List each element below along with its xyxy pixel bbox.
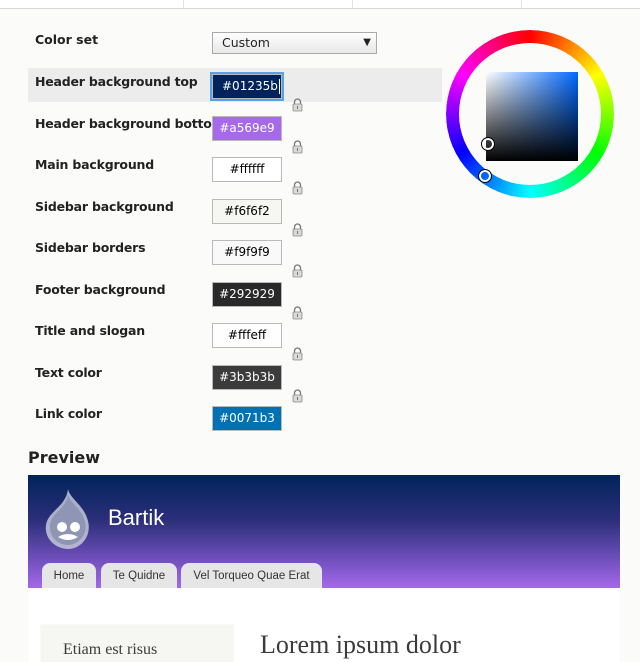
preview-body: Etiam est risus Lorem ipsum dolor [28, 588, 620, 662]
color-field-value: #0071b3 [219, 411, 275, 425]
color-field-input[interactable]: #ffffff [212, 157, 282, 182]
color-field-label: Text color [35, 364, 102, 380]
color-field-row: Header background top #01235b [28, 68, 442, 112]
color-field-input[interactable]: #f6f6f2 [212, 198, 282, 224]
preview-sidebar: Etiam est risus [40, 624, 234, 662]
preview-tab-vel-torqueo[interactable]: Vel Torqueo Quae Erat [181, 563, 322, 588]
color-field-row: Text color #3b3b3b [28, 359, 442, 402]
dropdown-arrow-icon: ▼ [363, 37, 371, 48]
color-field-value: #f9f9f9 [224, 245, 270, 259]
color-set-value: Custom [222, 35, 270, 50]
text-caret [278, 79, 280, 94]
color-field-label: Sidebar borders [35, 240, 146, 255]
preview-panel: Bartik Home Te Quidne Vel Torqueo Quae E… [28, 475, 620, 662]
preview-tab-home[interactable]: Home [42, 563, 96, 588]
color-field-input[interactable]: #fffeff [212, 323, 282, 348]
color-field-label: Link color [35, 406, 102, 421]
color-field-value: #3b3b3b [219, 369, 275, 384]
color-field-input[interactable]: #f9f9f9 [212, 240, 282, 265]
preview-main-title: Lorem ipsum dolor [260, 630, 461, 659]
color-field-row: Header background bottom #a569e9 [28, 110, 442, 153]
color-field-input[interactable]: #a569e9 [212, 115, 282, 141]
color-field-value: #f6f6f2 [224, 203, 270, 218]
preview-heading: Preview [28, 448, 101, 467]
color-field-input[interactable]: #3b3b3b [212, 364, 282, 390]
color-field-input[interactable]: #0071b3 [212, 406, 282, 431]
preview-sidebar-title: Etiam est risus [63, 641, 158, 658]
color-field-label: Footer background [35, 281, 166, 297]
preview-tab-te-quidne[interactable]: Te Quidne [101, 563, 177, 588]
color-field-label: Sidebar background [35, 198, 174, 214]
color-set-label: Color set [35, 32, 99, 47]
drupal-logo-icon [45, 489, 89, 549]
color-picker-wheel[interactable] [446, 28, 614, 200]
color-field-row: Footer background #292929 [28, 276, 442, 319]
color-field-value: #fffeff [227, 328, 267, 342]
top-border [0, 0, 640, 9]
color-field-row: Sidebar background #f6f6f2 [28, 193, 442, 236]
color-field-input[interactable]: #01235b [210, 72, 284, 101]
color-field-row: Link color #0071b3 [28, 400, 442, 434]
color-field-label: Title and slogan [35, 323, 145, 338]
color-field-label: Header background top [35, 74, 198, 89]
color-field-value: #01235b [222, 79, 278, 93]
color-field-input[interactable]: #292929 [212, 281, 282, 307]
color-field-row: Title and slogan #fffeff [28, 317, 442, 361]
color-field-value: #a569e9 [219, 120, 275, 135]
color-set-select[interactable]: Custom ▼ [212, 32, 377, 54]
color-field-label: Main background [35, 157, 154, 172]
color-field-value: #ffffff [229, 162, 265, 176]
color-field-label: Header background bottom [35, 115, 225, 131]
color-field-value: #292929 [219, 286, 275, 301]
preview-site-name: Bartik [108, 505, 165, 530]
color-field-row: Sidebar borders #f9f9f9 [28, 234, 442, 278]
preview-header: Bartik Home Te Quidne Vel Torqueo Quae E… [28, 475, 620, 588]
color-field-row: Main background #ffffff [28, 151, 442, 195]
